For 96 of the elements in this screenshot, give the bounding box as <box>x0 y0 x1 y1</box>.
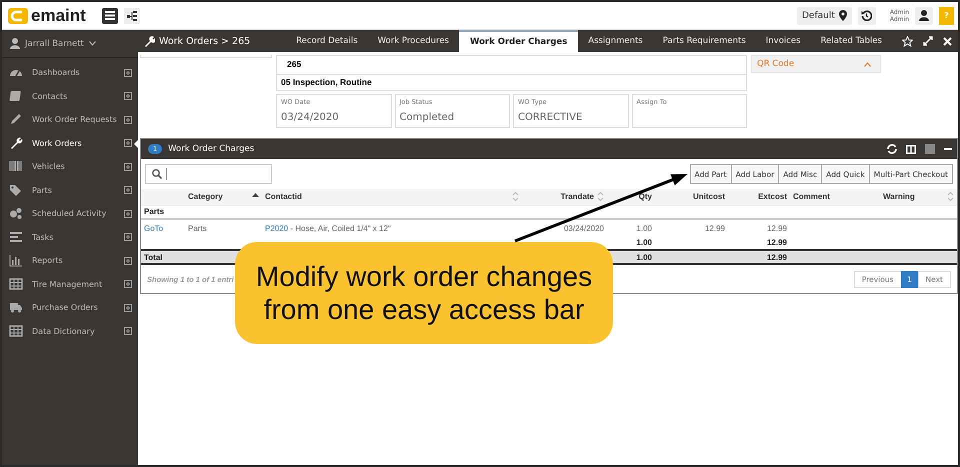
group-label: Parts <box>144 207 164 216</box>
gears-icon <box>9 207 23 220</box>
pencil-icon <box>9 113 23 126</box>
user-icon <box>919 10 929 21</box>
bar-chart-icon <box>9 254 23 268</box>
tags-icon <box>9 184 23 197</box>
refresh-icon[interactable] <box>887 144 897 154</box>
tab[interactable]: Work Procedures <box>368 30 459 52</box>
expand-icon[interactable] <box>124 256 132 265</box>
callout-text: Modify work order changes from one easy access bar <box>235 242 613 344</box>
sitemap-icon <box>126 10 137 20</box>
goto-link[interactable]: GoTo <box>144 224 164 232</box>
logo-text: emaint <box>31 6 86 26</box>
chevron-down-icon[interactable] <box>88 41 96 46</box>
field-value: 03/24/2020 <box>281 112 340 123</box>
tab[interactable]: Record Details <box>286 30 368 52</box>
sitemap-button[interactable] <box>124 8 140 24</box>
expand-icon[interactable] <box>124 139 132 148</box>
total-value: 12.99 <box>766 252 787 262</box>
tab[interactable]: Invoices <box>756 30 811 52</box>
sidebar-item[interactable]: Dashboards <box>2 61 138 84</box>
table-cell: 1.00 <box>636 224 652 232</box>
expand-icon[interactable] <box>124 280 132 288</box>
expand-icon[interactable] <box>124 92 132 100</box>
total-value: 12.99 <box>766 238 787 247</box>
list-icon <box>9 230 23 244</box>
expand-icon[interactable] <box>124 233 132 242</box>
user-button[interactable] <box>915 6 933 24</box>
pointer-icon <box>134 140 138 148</box>
total-value: 1.00 <box>636 252 652 262</box>
table-cell: 03/24/2020 <box>564 224 604 232</box>
user-menu[interactable]: Jarrall Barnett <box>25 38 84 48</box>
user-icon <box>10 38 20 49</box>
part-link[interactable]: P2020 <box>265 224 288 232</box>
column-header[interactable]: Contactid <box>262 189 522 205</box>
close-icon[interactable] <box>943 36 952 46</box>
sidebar-item[interactable]: Scheduled Activity <box>2 202 138 226</box>
sidebar-item[interactable]: Purchase Orders <box>2 296 138 320</box>
expand-arrows-icon[interactable] <box>923 36 933 46</box>
field-value: Completed <box>400 112 456 123</box>
sidebar-item[interactable]: Vehicles <box>2 155 138 178</box>
column-header[interactable]: Unitcost <box>655 189 728 205</box>
column-header[interactable]: Category <box>185 189 262 205</box>
tab[interactable]: Related Tables <box>810 30 892 52</box>
sidebar-item[interactable]: Contacts <box>2 84 138 108</box>
column-header[interactable]: Extcost <box>728 189 790 205</box>
tab[interactable]: Work Order Charges <box>459 30 578 52</box>
table-cell: Parts <box>188 224 207 232</box>
record-number: 265 <box>287 59 302 69</box>
total-value: 1.00 <box>636 238 652 247</box>
total-label: Total <box>144 252 163 262</box>
record-title: 05 Inspection, Routine <box>281 77 372 87</box>
expand-icon[interactable] <box>124 210 132 218</box>
tab[interactable]: Assignments <box>578 30 653 52</box>
table-cell: 12.99 <box>704 224 725 232</box>
sidebar-item[interactable]: Tasks <box>2 226 138 249</box>
panel-title: Work Order Charges <box>168 144 254 154</box>
column-header[interactable]: Trandate <box>522 189 607 205</box>
menu-icon <box>104 11 115 20</box>
star-icon[interactable] <box>902 36 913 46</box>
logo-icon <box>8 6 30 24</box>
menu-button[interactable] <box>102 8 118 24</box>
expand-icon[interactable] <box>124 116 132 124</box>
sidebar-item[interactable]: Work Orders <box>2 132 138 155</box>
table-cell: 12.99 <box>766 224 787 232</box>
expand-icon[interactable] <box>124 186 132 194</box>
sidebar-item[interactable]: Data Dictionary <box>2 320 138 343</box>
sidebar-item[interactable]: Tire Management <box>2 272 138 296</box>
history-button[interactable] <box>858 6 876 24</box>
expand-icon[interactable] <box>124 304 132 312</box>
sidebar-item[interactable]: Reports <box>2 249 138 272</box>
truck-icon <box>9 301 23 314</box>
expand-icon[interactable] <box>124 327 132 336</box>
sidebar-item[interactable]: Work Order Requests <box>2 108 138 132</box>
wrench-icon <box>144 36 155 46</box>
sidebar-item[interactable]: Parts <box>2 178 138 202</box>
wrench-icon <box>9 136 23 150</box>
tab[interactable]: Parts Requirements <box>652 30 756 52</box>
table-cell: P2020 - Hose, Air, Coiled 1/4" x 12" <box>265 224 391 232</box>
breadcrumb: Work Orders > 265 <box>159 36 250 46</box>
location-button[interactable]: Default <box>796 6 852 24</box>
history-icon <box>861 10 872 21</box>
table-icon <box>9 278 23 291</box>
column-header[interactable]: Comment <box>790 189 880 205</box>
columns-icon[interactable] <box>906 144 916 154</box>
field-value: CORRECTIVE <box>518 112 584 123</box>
caret-up-icon <box>864 62 871 66</box>
column-header[interactable]: Warning <box>880 189 957 205</box>
location-pin-icon <box>838 10 847 21</box>
book-icon <box>9 90 23 103</box>
table-icon <box>9 324 23 338</box>
search-icon <box>152 169 162 179</box>
expand-icon[interactable] <box>124 68 132 77</box>
expand-icon[interactable] <box>124 162 132 171</box>
barcode-icon <box>9 160 23 174</box>
search-field[interactable] <box>145 164 272 184</box>
